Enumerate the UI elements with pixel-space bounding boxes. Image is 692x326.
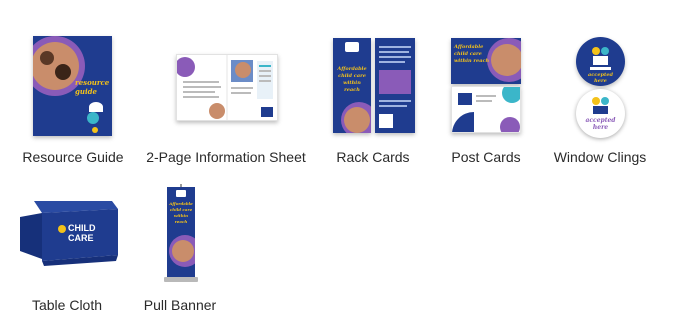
post-card-script-text: Affordable child care within reach <box>454 44 490 64</box>
pull-banner-base <box>164 277 198 282</box>
window-cling-white-thumbnail[interactable]: accepted here <box>576 89 625 138</box>
resource-guide-label: Resource Guide <box>22 149 124 165</box>
resource-guide-logo <box>89 102 103 112</box>
pull-banner-panel: Affordable child care within reach <box>167 187 195 277</box>
table-cloth-logo <box>58 225 66 233</box>
window-cling-navy-script: accepted here <box>588 72 613 84</box>
pull-banner-script-text: Affordable child care within reach <box>169 201 193 224</box>
post-card-back-artwork <box>452 87 520 132</box>
window-cling-navy-thumbnail[interactable]: accepted here <box>576 37 625 86</box>
post-card-back-thumbnail[interactable] <box>451 86 521 133</box>
rack-card-script-text: Affordable child care within reach <box>337 66 367 93</box>
post-cards-label: Post Cards <box>451 149 521 165</box>
window-cling-white-script: accepted here <box>585 117 616 131</box>
information-sheet-artwork <box>177 55 273 120</box>
window-clings-label: Window Clings <box>553 149 647 165</box>
rack-card-front-thumbnail[interactable]: Affordable child care within reach <box>333 38 371 133</box>
table-cloth-brand-text: CHILD CARE <box>68 223 96 243</box>
information-sheet-thumbnail[interactable] <box>176 54 278 121</box>
table-cloth-label: Table Cloth <box>31 297 103 313</box>
information-sheet-label: 2-Page Information Sheet <box>146 149 306 165</box>
pull-banner-thumbnail[interactable]: Affordable child care within reach <box>164 184 198 284</box>
rack-cards-label: Rack Cards <box>336 149 410 165</box>
rack-card-back-artwork <box>379 46 411 128</box>
rack-card-back-thumbnail[interactable] <box>375 38 415 133</box>
resource-guide-thumbnail[interactable]: resource guide <box>33 36 112 136</box>
pull-banner-label: Pull Banner <box>143 297 217 313</box>
resource-guide-script-text: resource guide <box>75 78 110 96</box>
post-card-front-thumbnail[interactable]: Affordable child care within reach <box>451 38 521 84</box>
table-cloth-thumbnail[interactable]: CHILD CARE <box>20 195 118 267</box>
